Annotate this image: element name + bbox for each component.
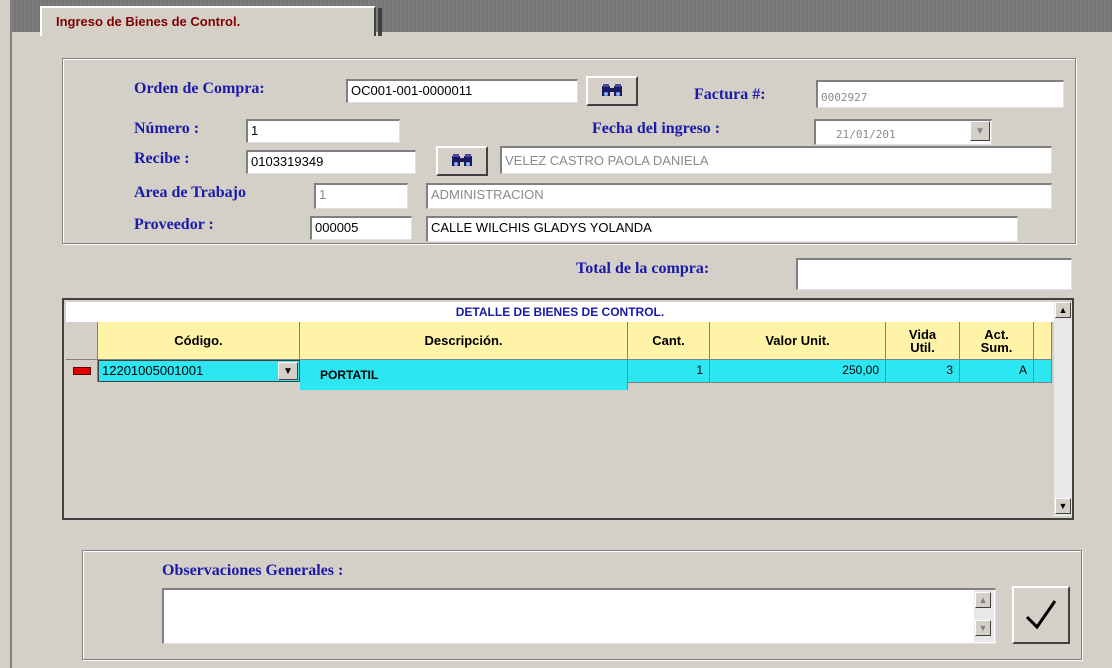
cell-act[interactable]: A [960, 360, 1034, 382]
codigo-value: 12201005001001 [102, 363, 204, 378]
row-bottom-strip [628, 382, 1052, 390]
cell-codigo[interactable]: 12201005001001 [98, 360, 300, 382]
col-vida-header[interactable]: Vida Util. [886, 322, 960, 360]
arrow-up-icon: ▲ [978, 595, 988, 605]
row-marker-icon [72, 367, 91, 375]
fecha-ingreso-value: 21/01/201 [836, 128, 896, 141]
tab-shadow [378, 8, 382, 36]
col-valor-header[interactable]: Valor Unit. [710, 322, 886, 360]
proveedor-code-field[interactable]: 000005 [310, 216, 412, 240]
area-name-field[interactable]: ADMINISTRACION [426, 183, 1052, 209]
col-act-header[interactable]: Act. Sum. [960, 322, 1034, 360]
numero-label: Número : [134, 120, 200, 137]
descripcion-value: PORTATIL [320, 368, 379, 382]
act-value: A [1018, 363, 1027, 377]
observaciones-scrollbar[interactable]: ▲ ▼ [974, 590, 994, 642]
recibe-code-field[interactable]: 0103319349 [246, 150, 416, 174]
col-descripcion-header[interactable]: Descripción. [300, 322, 628, 360]
vida-value: 3 [946, 363, 953, 377]
arrow-down-icon: ▼ [978, 623, 988, 633]
fecha-ingreso-label: Fecha del ingreso : [592, 120, 721, 137]
obs-scroll-up-button[interactable]: ▲ [975, 592, 991, 608]
orden-compra-field[interactable]: OC001-001-0000011 [346, 79, 578, 103]
scroll-up-button[interactable]: ▲ [1055, 302, 1071, 318]
binoculars-icon [602, 84, 622, 96]
area-trabajo-label: Area de Trabajo [134, 184, 246, 201]
grid-title: DETALLE DE BIENES DE CONTROL. [66, 302, 1054, 322]
col-spacer-header [1034, 322, 1052, 360]
obs-scroll-down-button[interactable]: ▼ [975, 620, 991, 636]
cell-vida[interactable]: 3 [886, 360, 960, 382]
cell-spacer [1034, 360, 1052, 382]
window-left-edge [0, 0, 12, 668]
confirm-button[interactable] [1012, 586, 1070, 644]
detalle-grid[interactable]: DETALLE DE BIENES DE CONTROL. Código. De… [62, 298, 1074, 520]
valor-value: 250,00 [842, 363, 879, 377]
proveedor-label: Proveedor : [134, 216, 214, 233]
total-compra-label: Total de la compra: [576, 260, 710, 277]
cell-descripcion[interactable]: PORTATIL [300, 360, 628, 390]
codigo-dropdown-button[interactable]: ▼ [278, 362, 298, 380]
tab-label: Ingreso de Bienes de Control. [56, 14, 241, 29]
total-compra-field[interactable] [796, 258, 1072, 290]
scroll-down-button[interactable]: ▼ [1055, 498, 1071, 514]
proveedor-name-field[interactable]: CALLE WILCHIS GLADYS YOLANDA [426, 216, 1018, 242]
fecha-ingreso-field[interactable]: 21/01/201 [814, 119, 992, 145]
arrow-up-icon: ▲ [1058, 305, 1068, 315]
cant-value: 1 [696, 363, 703, 377]
cell-valor[interactable]: 250,00 [710, 360, 886, 382]
orden-compra-label: Orden de Compra: [134, 80, 265, 97]
area-code-field[interactable]: 1 [314, 183, 408, 209]
chevron-down-icon: ▼ [975, 125, 985, 137]
row-selector[interactable] [66, 360, 98, 382]
chevron-down-icon: ▼ [283, 365, 293, 377]
factura-label: Factura #: [694, 86, 766, 103]
search-orden-button[interactable] [586, 76, 638, 106]
col-cant-header[interactable]: Cant. [628, 322, 710, 360]
numero-field[interactable]: 1 [246, 119, 400, 143]
fecha-dropdown-button[interactable]: ▼ [970, 121, 990, 141]
checkmark-icon [1025, 600, 1057, 630]
observaciones-textarea[interactable] [162, 588, 996, 644]
recibe-name-field[interactable]: VELEZ CASTRO PAOLA DANIELA [500, 146, 1052, 174]
factura-field[interactable]: 0002927 [816, 80, 1064, 108]
tab-ingreso-bienes[interactable]: Ingreso de Bienes de Control. [40, 6, 376, 36]
search-recibe-button[interactable] [436, 146, 488, 176]
col-codigo-header[interactable]: Código. [98, 322, 300, 360]
row-selector-header [66, 322, 98, 360]
binoculars-icon [452, 154, 472, 166]
cell-cant[interactable]: 1 [628, 360, 710, 382]
observaciones-label: Observaciones Generales : [162, 562, 344, 579]
grid-scrollbar[interactable]: ▲ ▼ [1054, 302, 1072, 516]
recibe-label: Recibe : [134, 150, 190, 167]
arrow-down-icon: ▼ [1058, 501, 1068, 511]
